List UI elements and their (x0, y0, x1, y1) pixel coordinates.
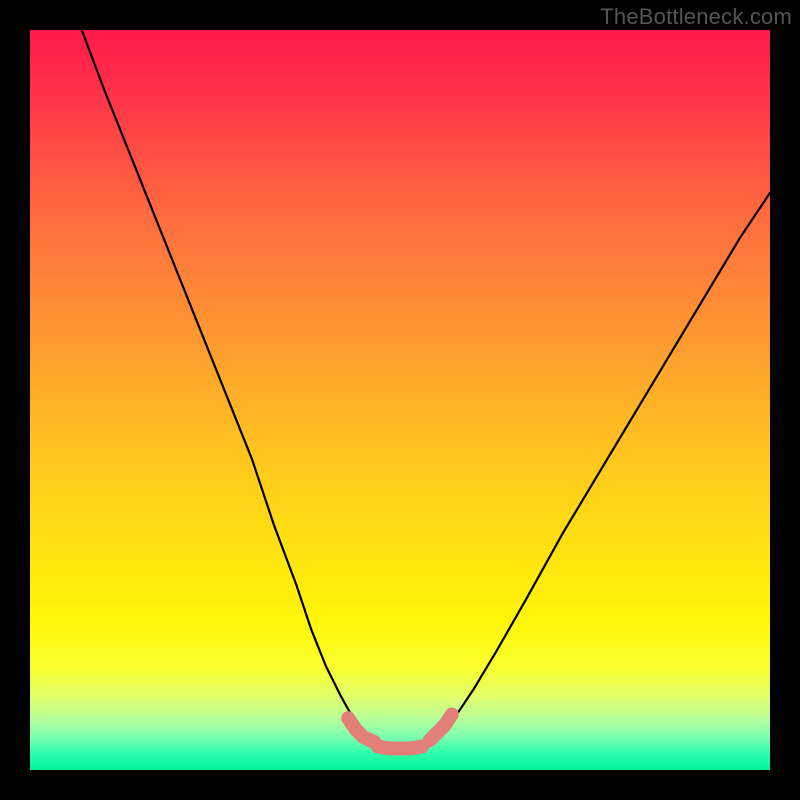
bottom-marker-right-path (430, 715, 452, 741)
right-curve-path (444, 193, 770, 730)
bottom-marker-mid-path (378, 746, 422, 748)
series-group (82, 30, 770, 749)
bottom-marker-left-path (348, 718, 374, 742)
watermark-text: TheBottleneck.com (600, 4, 792, 30)
left-curve-path (82, 30, 360, 729)
chart-frame: TheBottleneck.com (0, 0, 800, 800)
plot-area (30, 30, 770, 770)
chart-svg (30, 30, 770, 770)
